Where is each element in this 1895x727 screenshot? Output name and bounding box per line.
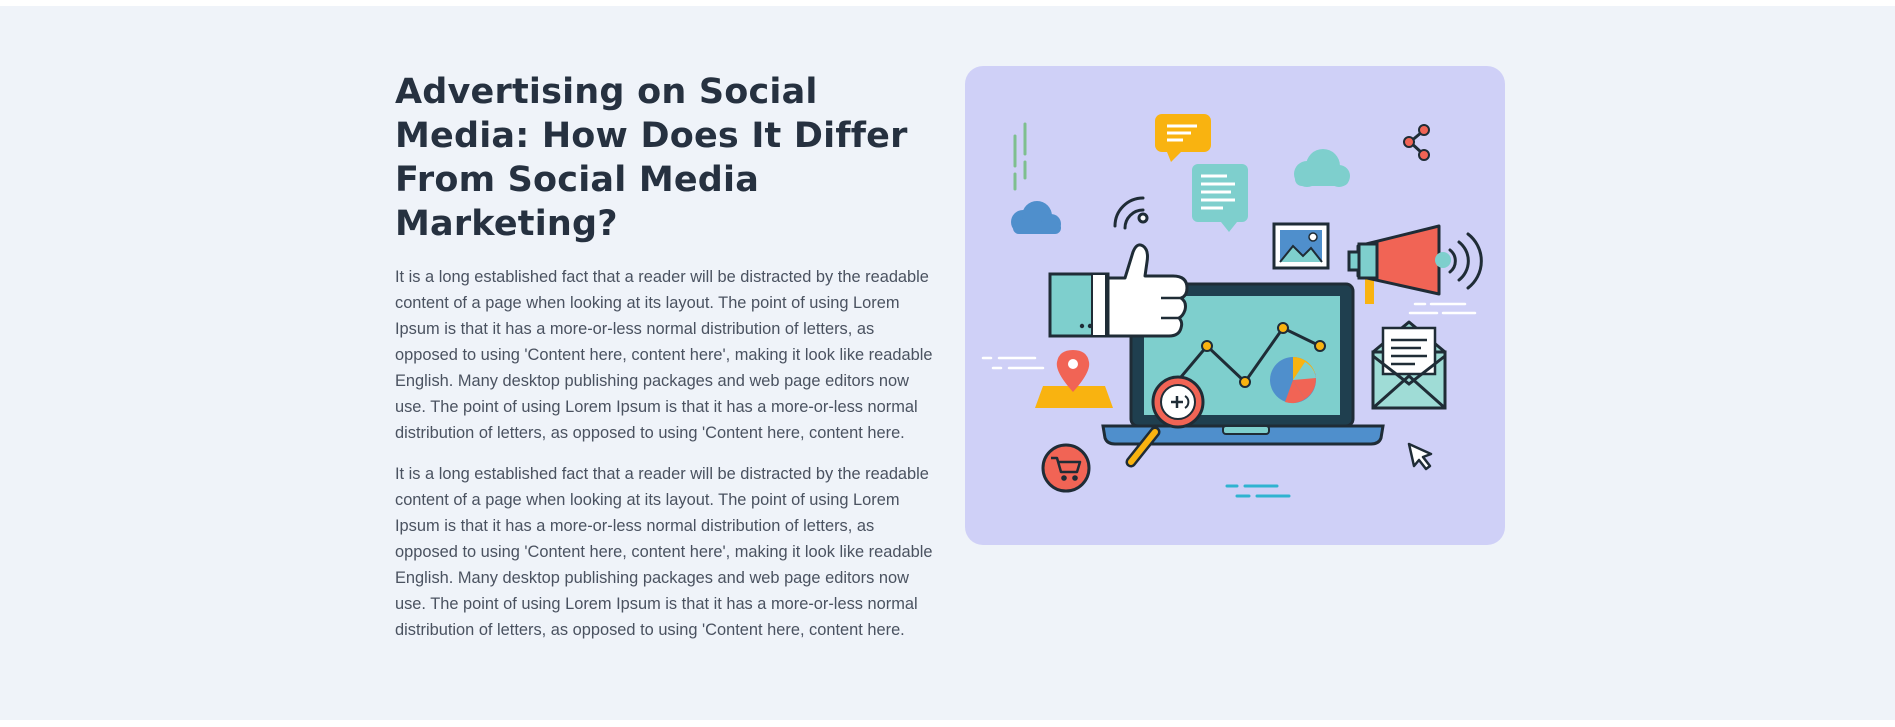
map-pin-icon <box>1035 350 1113 408</box>
chat-bubble-icon <box>1192 164 1248 232</box>
chat-bubble-icon <box>1155 114 1211 162</box>
article-paragraph: It is a long established fact that a rea… <box>395 268 933 442</box>
social-media-illustration <box>965 66 1505 545</box>
decorative-lines <box>1225 484 1291 498</box>
pie-chart-icon <box>1270 356 1316 404</box>
cursor-icon <box>1407 442 1433 471</box>
decorative-lines <box>1408 302 1477 315</box>
article-text-column: Advertising on Social Media: How Does It… <box>395 70 940 643</box>
cloud-icon <box>1294 149 1350 187</box>
cloud-icon <box>1011 201 1061 234</box>
wifi-icon <box>1113 196 1149 230</box>
decorative-lines <box>1013 122 1027 191</box>
shopping-cart-icon <box>1041 443 1091 493</box>
article-paragraph: It is a long established fact that a rea… <box>395 465 933 639</box>
picture-icon <box>1272 222 1330 270</box>
decorative-lines <box>981 356 1045 370</box>
thumbs-up-icon <box>1048 243 1189 338</box>
megaphone-icon <box>1347 224 1483 304</box>
article-section: Advertising on Social Media: How Does It… <box>0 6 1895 720</box>
article-title: Advertising on Social Media: How Does It… <box>395 72 908 244</box>
share-icon <box>1403 124 1430 161</box>
